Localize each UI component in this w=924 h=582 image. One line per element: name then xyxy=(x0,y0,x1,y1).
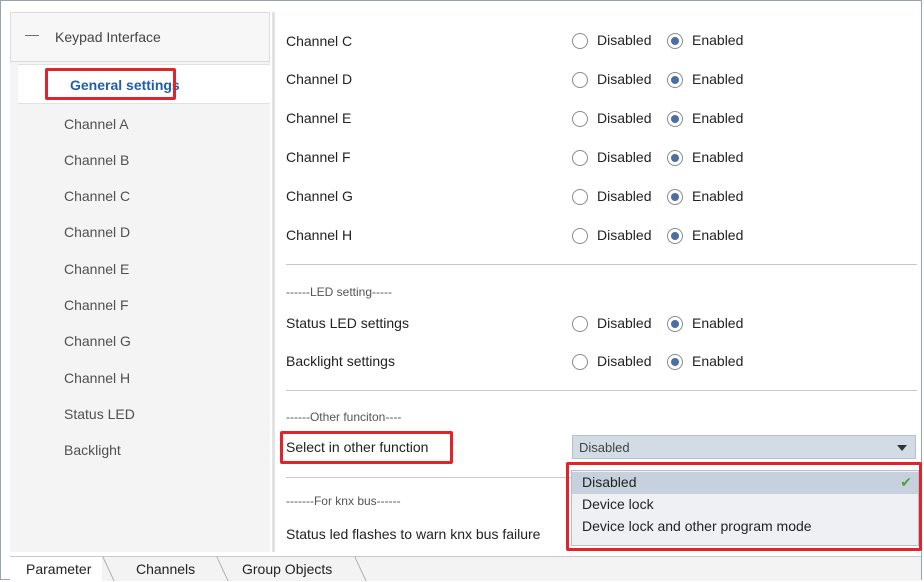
other-function-dropdown-list: Disabled ✔ Device lock Device lock and o… xyxy=(571,470,919,546)
other-function-selected-value: Disabled xyxy=(579,440,630,455)
channel-d-enabled-text: Enabled xyxy=(692,71,744,87)
channel-c-disabled-radio[interactable] xyxy=(572,33,588,49)
sidebar: — Keypad Interface General settings Chan… xyxy=(10,12,270,552)
sidebar-item-channel-d[interactable]: Channel D xyxy=(64,224,130,240)
channel-e-disabled-text: Disabled xyxy=(597,110,652,126)
collapse-icon[interactable]: — xyxy=(25,26,39,42)
status-led-enabled-text: Enabled xyxy=(692,315,744,331)
sidebar-item-label: General settings xyxy=(70,77,180,93)
tree-root-label: Keypad Interface xyxy=(55,29,161,45)
tab-parameter[interactable]: Parameter xyxy=(10,557,102,581)
dropdown-option-text: Disabled xyxy=(582,474,637,490)
channel-e-label: Channel E xyxy=(286,110,352,126)
channel-g-enabled-text: Enabled xyxy=(692,188,744,204)
other-function-select[interactable]: Disabled xyxy=(572,435,916,459)
tab-label: Parameter xyxy=(26,561,92,577)
channel-g-enabled-radio[interactable] xyxy=(667,189,683,205)
backlight-enabled-text: Enabled xyxy=(692,353,744,369)
checkmark-icon: ✔ xyxy=(900,474,912,490)
channel-c-disabled-text: Disabled xyxy=(597,32,652,48)
channel-c-enabled-text: Enabled xyxy=(692,32,744,48)
sidebar-item-channel-h[interactable]: Channel H xyxy=(64,370,130,386)
sidebar-item-general-settings[interactable]: General settings xyxy=(18,64,270,104)
sidebar-item-status-led[interactable]: Status LED xyxy=(64,406,135,422)
channel-h-enabled-text: Enabled xyxy=(692,227,744,243)
channel-f-enabled-radio[interactable] xyxy=(667,150,683,166)
select-other-function-label: Select in other function xyxy=(286,439,429,455)
dropdown-option-text: Device lock xyxy=(582,496,654,512)
tree-root-keypad-interface[interactable]: — Keypad Interface xyxy=(10,12,270,62)
backlight-disabled-text: Disabled xyxy=(597,353,652,369)
tab-separator xyxy=(102,557,115,581)
channel-h-disabled-text: Disabled xyxy=(597,227,652,243)
section-divider xyxy=(286,264,917,265)
backlight-disabled-radio[interactable] xyxy=(572,354,588,370)
chevron-down-icon[interactable] xyxy=(897,445,907,451)
backlight-settings-label: Backlight settings xyxy=(286,353,395,369)
section-divider xyxy=(286,477,571,478)
channel-h-enabled-radio[interactable] xyxy=(667,228,683,244)
sidebar-item-channel-c[interactable]: Channel C xyxy=(64,188,130,204)
other-function-section-heading: ------Other funciton---- xyxy=(286,410,402,424)
dropdown-option-device-lock-program-mode[interactable]: Device lock and other program mode xyxy=(572,516,918,538)
status-led-enabled-radio[interactable] xyxy=(667,316,683,332)
channel-e-disabled-radio[interactable] xyxy=(572,111,588,127)
channel-h-label: Channel H xyxy=(286,227,353,243)
sidebar-item-channel-e[interactable]: Channel E xyxy=(64,261,129,277)
tab-label: Group Objects xyxy=(242,561,333,577)
section-divider xyxy=(286,390,917,391)
channel-f-enabled-text: Enabled xyxy=(692,149,744,165)
tab-group-objects[interactable]: Group Objects xyxy=(228,557,358,581)
channel-f-disabled-radio[interactable] xyxy=(572,150,588,166)
channel-d-disabled-radio[interactable] xyxy=(572,72,588,88)
channel-g-label: Channel G xyxy=(286,188,353,204)
channel-f-disabled-text: Disabled xyxy=(597,149,652,165)
status-led-disabled-text: Disabled xyxy=(597,315,652,331)
bottom-tab-bar: Parameter Channels Group Objects xyxy=(10,556,921,581)
channel-e-enabled-text: Enabled xyxy=(692,110,744,126)
status-led-settings-label: Status LED settings xyxy=(286,315,409,331)
tab-channels[interactable]: Channels xyxy=(114,557,218,581)
sidebar-item-channel-b[interactable]: Channel B xyxy=(64,152,129,168)
dropdown-option-device-lock[interactable]: Device lock xyxy=(572,494,918,516)
sidebar-item-channel-g[interactable]: Channel G xyxy=(64,333,131,349)
channel-f-label: Channel F xyxy=(286,149,351,165)
tab-label: Channels xyxy=(136,561,196,577)
led-section-heading: ------LED setting----- xyxy=(286,285,392,299)
channel-d-label: Channel D xyxy=(286,71,353,87)
backlight-enabled-radio[interactable] xyxy=(667,354,683,370)
tab-separator xyxy=(216,557,229,581)
channel-g-disabled-radio[interactable] xyxy=(572,189,588,205)
channel-e-enabled-radio[interactable] xyxy=(667,111,683,127)
knx-bus-section-heading: -------For knx bus------ xyxy=(286,494,401,508)
channel-g-disabled-text: Disabled xyxy=(597,188,652,204)
sidebar-item-channel-f[interactable]: Channel F xyxy=(64,297,129,313)
sidebar-item-backlight[interactable]: Backlight xyxy=(64,442,121,458)
status-led-disabled-radio[interactable] xyxy=(572,316,588,332)
channel-d-enabled-radio[interactable] xyxy=(667,72,683,88)
sidebar-item-channel-a[interactable]: Channel A xyxy=(64,116,129,132)
dropdown-option-disabled[interactable]: Disabled ✔ xyxy=(572,472,918,494)
channel-c-enabled-radio[interactable] xyxy=(667,33,683,49)
dropdown-option-text: Device lock and other program mode xyxy=(582,518,812,534)
channel-h-disabled-radio[interactable] xyxy=(572,228,588,244)
channel-c-label: Channel C xyxy=(286,33,353,49)
channel-d-disabled-text: Disabled xyxy=(597,71,652,87)
knx-bus-failure-label: Status led flashes to warn knx bus failu… xyxy=(286,526,541,542)
